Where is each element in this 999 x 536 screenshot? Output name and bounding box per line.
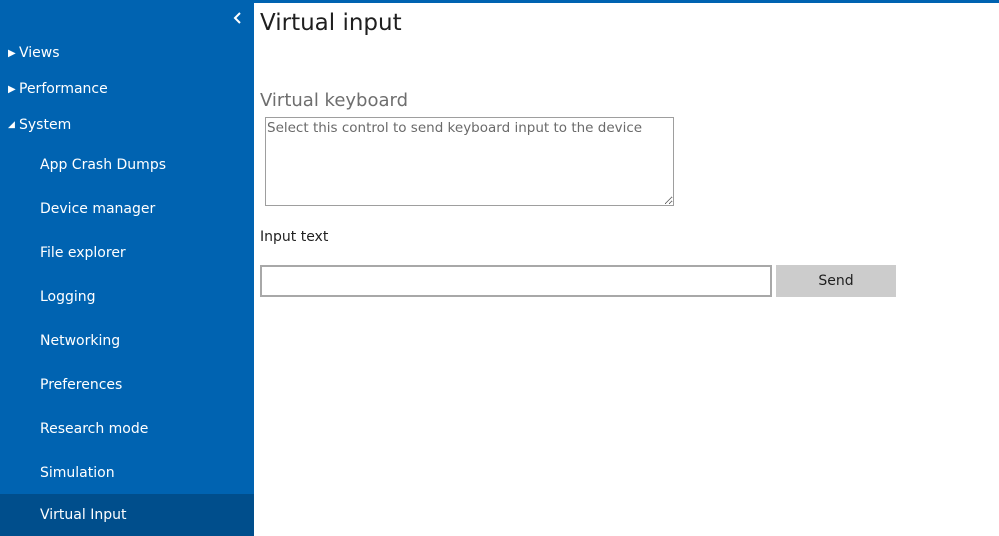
sidebar: ▶ Views ▶ Performance ◢ System App Crash…: [0, 0, 254, 536]
collapse-sidebar-button[interactable]: [229, 9, 247, 27]
sidebar-item-label: Research mode: [40, 421, 149, 437]
sidebar-item-label: Preferences: [40, 377, 123, 393]
nav-section-label: Views: [19, 45, 60, 61]
virtual-keyboard-label: Virtual keyboard: [260, 90, 409, 111]
nav-section-label: Performance: [19, 81, 108, 97]
sidebar-item-label: Virtual Input: [40, 507, 127, 523]
sidebar-item-label: App Crash Dumps: [40, 157, 166, 173]
sidebar-item-research-mode[interactable]: Research mode: [0, 408, 254, 450]
expand-triangle-icon: ▶: [8, 47, 16, 59]
input-text-label: Input text: [260, 229, 329, 245]
sidebar-item-simulation[interactable]: Simulation: [0, 452, 254, 494]
sidebar-item-device-manager[interactable]: Device manager: [0, 188, 254, 230]
expand-triangle-icon: ▶: [8, 83, 16, 95]
app-window: ▶ Views ▶ Performance ◢ System App Crash…: [0, 0, 999, 536]
nav-section-views[interactable]: ▶ Views: [8, 41, 60, 65]
sidebar-item-preferences[interactable]: Preferences: [0, 364, 254, 406]
sidebar-item-app-crash-dumps[interactable]: App Crash Dumps: [0, 144, 254, 186]
nav-section-performance[interactable]: ▶ Performance: [8, 77, 108, 101]
sidebar-item-file-explorer[interactable]: File explorer: [0, 232, 254, 274]
sidebar-item-label: File explorer: [40, 245, 126, 261]
virtual-keyboard-input[interactable]: [265, 117, 674, 206]
sidebar-item-networking[interactable]: Networking: [0, 320, 254, 362]
chevron-left-icon: [229, 9, 247, 27]
main-content: Virtual input Virtual keyboard Input tex…: [254, 0, 999, 536]
input-text-field[interactable]: [260, 265, 772, 297]
page-title: Virtual input: [260, 10, 402, 36]
sidebar-item-label: Device manager: [40, 201, 156, 217]
nav-section-label: System: [19, 117, 72, 133]
collapse-triangle-icon: ◢: [8, 120, 15, 130]
sidebar-item-label: Simulation: [40, 465, 115, 481]
send-button[interactable]: Send: [776, 265, 896, 297]
sidebar-item-label: Networking: [40, 333, 121, 349]
sidebar-item-label: Logging: [40, 289, 96, 305]
sidebar-item-virtual-input[interactable]: Virtual Input: [0, 494, 254, 536]
sidebar-item-logging[interactable]: Logging: [0, 276, 254, 318]
nav-section-system[interactable]: ◢ System: [8, 113, 71, 137]
